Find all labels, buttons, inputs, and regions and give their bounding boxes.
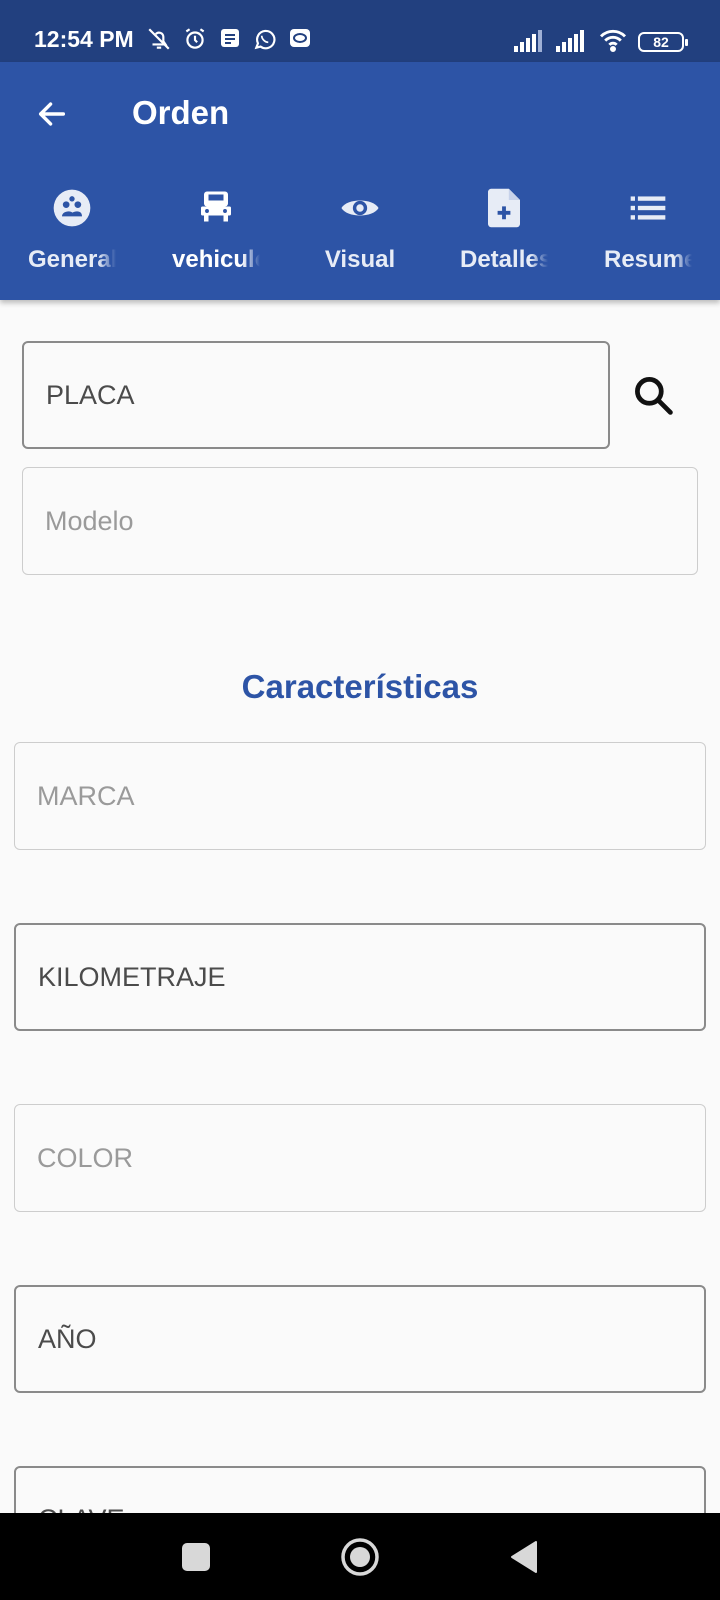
anio-input[interactable] xyxy=(38,1323,704,1355)
tab-resumen[interactable]: Resumen xyxy=(576,182,720,292)
kilometraje-field[interactable] xyxy=(14,923,706,1031)
section-title: Características xyxy=(241,668,479,705)
triangle-back-icon xyxy=(511,1541,537,1573)
back-nav-button[interactable] xyxy=(502,1535,546,1579)
whatsapp-icon xyxy=(254,29,276,50)
navigation-bar xyxy=(0,1513,720,1600)
marca-field xyxy=(14,742,706,850)
chat-icon xyxy=(290,29,310,47)
eye-icon xyxy=(340,188,380,228)
tab-visual[interactable]: Visual xyxy=(288,182,432,292)
users-icon xyxy=(52,188,92,228)
tab-detalles[interactable]: Detalles xyxy=(432,182,576,292)
tab-general[interactable]: General xyxy=(0,182,144,292)
kilometraje-input[interactable] xyxy=(38,961,704,993)
circle-icon xyxy=(341,1538,379,1576)
alarm-icon xyxy=(185,28,205,49)
tab-vehiculo[interactable]: vehiculo xyxy=(144,182,288,292)
add-document-icon xyxy=(484,188,524,228)
wifi-icon xyxy=(599,29,627,52)
signal-icon xyxy=(514,30,542,52)
tab-label: vehiculo xyxy=(172,246,260,273)
tab-label: Visual xyxy=(324,246,396,273)
notification-icons xyxy=(146,26,312,52)
anio-field[interactable] xyxy=(14,1285,706,1393)
color-input xyxy=(37,1142,705,1174)
placa-input[interactable] xyxy=(46,379,608,411)
back-button[interactable] xyxy=(30,92,74,136)
signal-icon xyxy=(556,30,584,52)
arrow-left-icon xyxy=(38,102,66,126)
page-title: Orden xyxy=(132,94,230,131)
app-bar: Orden General vehiculo Visual Detalles R… xyxy=(0,62,720,300)
tab-bar: General vehiculo Visual Detalles Resumen xyxy=(0,182,720,292)
battery-indicator: 82 xyxy=(638,32,688,52)
bell-off-icon xyxy=(148,28,170,50)
status-time: 12:54 PM xyxy=(34,26,134,52)
placa-field[interactable] xyxy=(22,341,610,449)
tab-label: General xyxy=(28,246,116,273)
square-icon xyxy=(182,1543,210,1571)
notes-icon xyxy=(221,29,239,47)
system-icons: 82 xyxy=(514,28,688,52)
tab-label: Resumen xyxy=(604,246,692,273)
modelo-field xyxy=(22,467,698,575)
home-button[interactable] xyxy=(338,1535,382,1579)
modelo-input xyxy=(45,505,697,537)
marca-input xyxy=(37,780,705,812)
status-bar: 12:54 PM 82 xyxy=(0,0,720,62)
search-icon xyxy=(635,377,673,415)
list-icon xyxy=(628,188,668,228)
car-icon xyxy=(196,188,236,228)
recents-button[interactable] xyxy=(174,1535,218,1579)
color-field xyxy=(14,1104,706,1212)
search-button[interactable] xyxy=(628,370,678,420)
tab-label: Detalles xyxy=(460,246,548,273)
